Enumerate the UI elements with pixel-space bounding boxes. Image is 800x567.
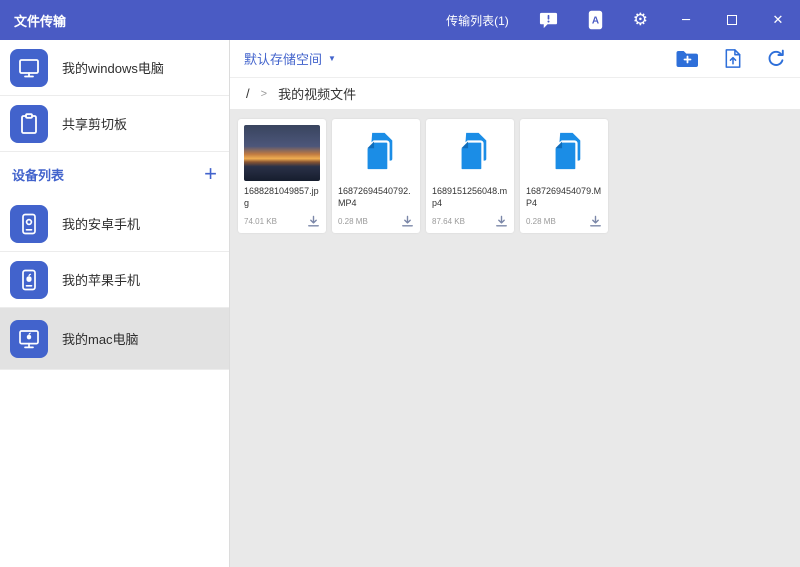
file-size: 74.01 KB	[244, 217, 277, 227]
video-file-icon	[526, 125, 602, 181]
upload-file-button[interactable]	[724, 48, 742, 69]
download-icon[interactable]	[307, 215, 320, 228]
sidebar-item-label: 我的苹果手机	[62, 273, 141, 288]
windows-computer-icon	[10, 48, 48, 87]
storage-selector-label: 默认存储空间	[244, 52, 323, 67]
download-icon[interactable]	[495, 215, 508, 228]
add-device-button[interactable]: +	[204, 163, 217, 185]
breadcrumb-separator-icon: >	[260, 87, 268, 100]
sidebar-item-iphone[interactable]: 我的苹果手机	[0, 252, 229, 308]
file-size: 0.28 MB	[338, 217, 368, 227]
video-file-icon	[338, 125, 414, 181]
toolbar-actions	[675, 48, 786, 69]
app-body: 我的windows电脑 共享剪切板 设备列表 + 我的安卓手机 我的苹果手机 我…	[0, 40, 800, 567]
android-phone-icon	[10, 204, 48, 243]
file-size: 0.28 MB	[526, 217, 556, 227]
sidebar-item-label: 我的windows电脑	[62, 61, 164, 76]
video-file-icon	[432, 125, 508, 181]
sidebar: 我的windows电脑 共享剪切板 设备列表 + 我的安卓手机 我的苹果手机 我…	[0, 40, 230, 567]
maximize-icon	[727, 15, 737, 25]
file-size: 87.64 KB	[432, 217, 465, 227]
file-meta: 0.28 MB	[526, 215, 602, 228]
sidebar-item-label: 共享剪切板	[62, 117, 128, 132]
device-list-title: 设备列表	[12, 167, 65, 183]
file-grid: 1688281049857.jpg 74.01 KB 1687269454079…	[238, 119, 792, 234]
toolbar: 默认存储空间 ▼	[230, 40, 800, 78]
sidebar-item-label: 我的mac电脑	[62, 332, 139, 347]
sidebar-item-shared-clipboard[interactable]: 共享剪切板	[0, 96, 229, 152]
download-icon[interactable]	[401, 215, 414, 228]
breadcrumb-root[interactable]: /	[246, 86, 250, 101]
minimize-button[interactable]: ─	[678, 14, 694, 27]
transfer-list-button[interactable]: 传输列表(1)	[446, 12, 509, 29]
refresh-button[interactable]	[766, 49, 786, 69]
sidebar-item-mac[interactable]: 我的mac电脑	[0, 308, 229, 370]
device-list-header: 设备列表 +	[0, 152, 229, 196]
sidebar-item-windows-computer[interactable]: 我的windows电脑	[0, 40, 229, 96]
file-card[interactable]: 1689151256048.mp4 87.64 KB	[426, 119, 514, 234]
apple-phone-icon	[10, 260, 48, 299]
image-thumbnail	[244, 125, 320, 181]
file-meta: 74.01 KB	[244, 215, 320, 228]
settings-gear-icon[interactable]: ⚙	[633, 11, 648, 29]
feedback-icon[interactable]	[539, 11, 558, 29]
file-transfer-window: 文件传输 传输列表(1) A ⚙ ─ ✕ 我的windows电脑 共享剪切板 设…	[0, 0, 800, 567]
titlebar-actions: 传输列表(1) A ⚙ ─ ✕	[446, 10, 786, 30]
sidebar-item-label: 我的安卓手机	[62, 217, 141, 232]
breadcrumb: / > 我的视频文件	[230, 78, 800, 109]
file-name: 1688281049857.jpg	[244, 186, 319, 208]
sidebar-item-android-phone[interactable]: 我的安卓手机	[0, 196, 229, 252]
new-folder-button[interactable]	[675, 49, 700, 69]
file-card[interactable]: 16872694540792.MP4 0.28 MB	[332, 119, 420, 234]
file-name: 16872694540792.MP4	[338, 186, 411, 208]
maximize-button[interactable]	[724, 15, 740, 25]
svg-text:A: A	[592, 15, 599, 26]
phone-mirror-icon[interactable]: A	[588, 10, 603, 30]
main-panel: 默认存储空间 ▼ / > 我的视频文件 1688281049857.jpg 74…	[230, 40, 800, 567]
clipboard-icon	[10, 104, 48, 143]
app-title: 文件传输	[14, 13, 67, 29]
download-icon[interactable]	[589, 215, 602, 228]
mac-computer-icon	[10, 319, 48, 358]
breadcrumb-current: 我的视频文件	[278, 87, 357, 102]
caret-down-icon: ▼	[328, 54, 336, 63]
storage-selector[interactable]: 默认存储空间 ▼	[244, 49, 336, 68]
titlebar: 文件传输 传输列表(1) A ⚙ ─ ✕	[0, 0, 800, 40]
close-button[interactable]: ✕	[770, 14, 786, 27]
file-area: 1688281049857.jpg 74.01 KB 1687269454079…	[230, 109, 800, 567]
file-meta: 0.28 MB	[338, 215, 414, 228]
file-name: 1687269454079.MP4	[526, 186, 602, 208]
file-card[interactable]: 1688281049857.jpg 74.01 KB	[238, 119, 326, 234]
file-card[interactable]: 1687269454079.MP4 0.28 MB	[520, 119, 608, 234]
file-meta: 87.64 KB	[432, 215, 508, 228]
file-name: 1689151256048.mp4	[432, 186, 508, 208]
